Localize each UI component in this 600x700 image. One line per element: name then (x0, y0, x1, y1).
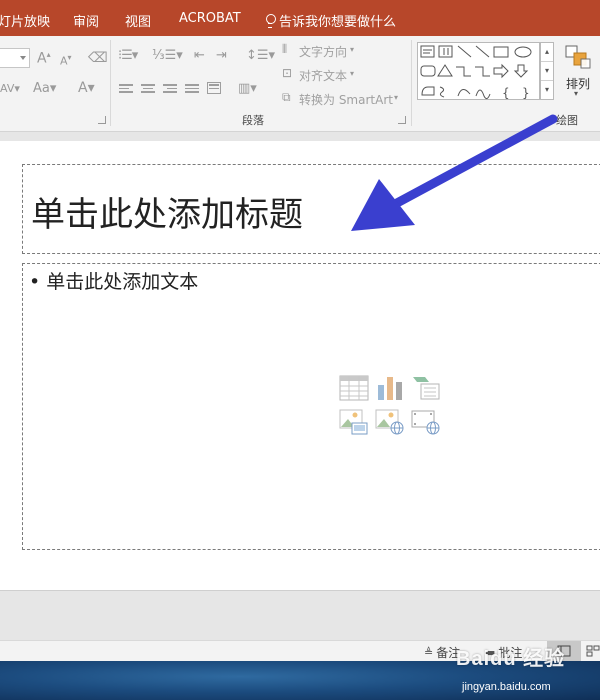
title-placeholder-text: 单击此处添加标题 (31, 195, 303, 235)
rectangle-shape-icon (493, 46, 509, 58)
chevron-down-icon: ▾ (350, 45, 355, 54)
textbox-shape-icon (420, 45, 435, 58)
shapes-gallery-scroll[interactable]: ▴ ▾ ▾ (540, 42, 554, 100)
align-right-icon[interactable] (163, 84, 177, 96)
triangle-shape-icon (437, 64, 453, 77)
baidu-logo: Baidu 经验 (456, 648, 566, 670)
gallery-more-icon[interactable]: ▾ (541, 81, 553, 100)
distribute-icon[interactable] (207, 82, 221, 94)
text-direction-icon: ⫴ (282, 42, 288, 56)
scribble-shape-icon (475, 89, 491, 100)
line-spacing-icon[interactable]: ↕☰▾ (246, 48, 275, 63)
arrange-icon (565, 45, 591, 69)
watermark-url: jingyan.baidu.com (462, 681, 551, 693)
annotation-arrow-icon (351, 114, 558, 231)
tab-view[interactable]: 视图 (125, 11, 151, 30)
decrease-font-icon[interactable]: A▾ (60, 53, 72, 68)
char-spacing-icon[interactable]: AV▾ (0, 82, 20, 95)
elbow-arrow-connector-icon (475, 66, 490, 77)
insert-online-picture-icon[interactable] (375, 409, 405, 435)
scroll-up-icon[interactable]: ▴ (541, 43, 553, 62)
ribbon-tab-bar: 灯片放映 审阅 视图 ACROBAT 告诉我你想要做什么 (0, 0, 600, 36)
line-shape-icon (457, 45, 472, 58)
font-size-dropdown[interactable] (0, 48, 30, 68)
baidu-watermark: Baidu 经验 jingyan.baidu.com (432, 638, 600, 700)
curve-shape-icon (457, 89, 471, 97)
scroll-down-icon[interactable]: ▾ (541, 62, 553, 81)
clear-format-icon[interactable]: ⌫ (88, 50, 108, 66)
shapes-gallery-icons: { } (420, 45, 532, 100)
align-center-icon[interactable] (141, 84, 155, 96)
right-brace-shape-icon: } (522, 86, 530, 100)
elbow-connector-icon (456, 66, 471, 77)
align-left-icon[interactable] (119, 84, 133, 96)
tab-acrobat[interactable]: ACROBAT (179, 11, 241, 26)
freeform-shape-icon (439, 86, 445, 98)
insert-table-icon[interactable] (339, 375, 369, 401)
columns-icon[interactable]: ▥▾ (238, 81, 257, 96)
font-dialog-launcher-icon[interactable] (98, 116, 106, 124)
oval-shape-icon (514, 46, 532, 58)
justify-icon[interactable] (185, 84, 199, 96)
arrange-button[interactable]: 排列 ▾ (560, 44, 596, 104)
right-arrow-shape-icon (493, 63, 509, 79)
group-separator (110, 40, 111, 126)
tell-me-label: 告诉我你想要做什么 (279, 15, 397, 30)
smartart-icon: ⧉ (282, 90, 291, 104)
tab-slideshow[interactable]: 灯片放映 (0, 11, 50, 30)
decrease-indent-icon[interactable]: ⇤ (194, 48, 205, 63)
insert-video-icon[interactable] (411, 409, 441, 435)
vertical-textbox-shape-icon (438, 45, 453, 58)
insert-chart-icon[interactable] (375, 375, 405, 401)
flowchart-shape-icon (421, 86, 435, 96)
align-text-icon: ⊡ (282, 66, 293, 80)
insert-smartart-icon[interactable] (411, 375, 441, 401)
increase-font-icon[interactable]: A▴ (37, 50, 51, 67)
rounded-rect-shape-icon (420, 65, 436, 77)
chevron-down-icon: ▾ (574, 89, 579, 98)
paragraph-group-label: 段落 (242, 114, 264, 127)
arrow-line-shape-icon (475, 45, 490, 58)
content-placeholder-text: • 单击此处添加文本 (29, 271, 199, 293)
text-direction-button[interactable]: 文字方向 (299, 43, 347, 60)
content-insert-icons (339, 375, 443, 443)
lightbulb-icon (265, 14, 276, 28)
notes-pane[interactable] (0, 590, 600, 640)
font-color-icon[interactable]: A▾ (78, 80, 95, 96)
shapes-gallery[interactable]: { } (417, 42, 540, 100)
tab-review[interactable]: 审阅 (73, 11, 99, 30)
left-brace-shape-icon: { (502, 86, 510, 100)
down-arrow-shape-icon (513, 64, 529, 78)
insert-picture-icon[interactable] (339, 409, 369, 435)
numbering-icon[interactable]: ⅓☰▾ (152, 48, 183, 63)
content-placeholder[interactable]: • 单击此处添加文本 (22, 263, 600, 550)
bullets-icon[interactable]: ⁝☰▾ (118, 48, 138, 63)
chevron-down-icon: ▾ (394, 93, 399, 102)
align-text-button[interactable]: 对齐文本 (299, 67, 347, 84)
increase-indent-icon[interactable]: ⇥ (216, 48, 227, 63)
change-case-icon[interactable]: Aa▾ (33, 81, 56, 96)
chevron-down-icon: ▾ (350, 69, 355, 78)
tell-me-search[interactable]: 告诉我你想要做什么 (265, 11, 396, 30)
